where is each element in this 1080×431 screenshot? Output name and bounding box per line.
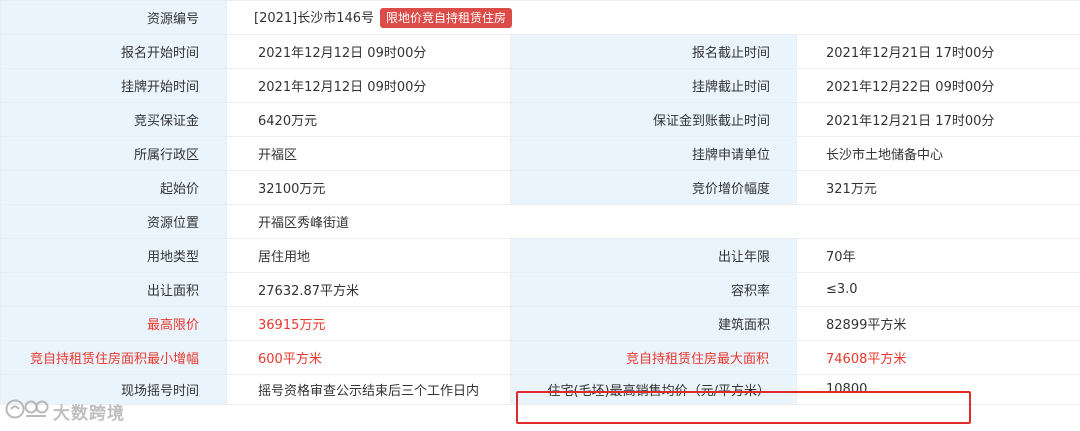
table-row: 竞自持租赁住房面积最小增幅 600平方米 竞自持租赁住房最大面积 74608平方… bbox=[0, 340, 1080, 375]
rental-max-area-value: 74608平方米 bbox=[795, 340, 1080, 375]
starting-price-label: 起始价 bbox=[0, 170, 227, 205]
resource-id-label: 资源编号 bbox=[0, 0, 227, 35]
table-row: 用地类型 居住用地 出让年限 70年 bbox=[0, 238, 1080, 273]
table-row: 竞买保证金 6420万元 保证金到账截止时间 2021年12月21日 17时00… bbox=[0, 102, 1080, 137]
lease-term-value: 70年 bbox=[795, 238, 1080, 273]
location-label: 资源位置 bbox=[0, 204, 227, 239]
max-price-label: 最高限价 bbox=[0, 306, 227, 341]
land-use-value: 居住用地 bbox=[226, 238, 511, 273]
table-row: 资源位置 开福区秀峰街道 bbox=[0, 204, 1080, 239]
resource-id-cell: [2021]长沙市146号 限地价竞自持租赁住房 bbox=[225, 0, 1080, 35]
plot-ratio-label: 容积率 bbox=[510, 272, 797, 307]
starting-price-value: 32100万元 bbox=[226, 170, 511, 205]
table-row: 出让面积 27632.87平方米 容积率 ≤3.0 bbox=[0, 272, 1080, 307]
bid-increment-value: 321万元 bbox=[795, 170, 1080, 205]
listing-end-label: 挂牌截止时间 bbox=[510, 68, 797, 103]
watermark: 大数跨境 bbox=[4, 396, 125, 426]
floor-area-value: 82899平方米 bbox=[795, 306, 1080, 341]
location-value: 开福区秀峰街道 bbox=[225, 204, 1080, 239]
highlight-box bbox=[516, 391, 971, 424]
listing-start-value: 2021年12月12日 09时00分 bbox=[226, 68, 511, 103]
registration-start-value: 2021年12月12日 09时00分 bbox=[226, 34, 511, 69]
deposit-deadline-value: 2021年12月21日 17时00分 bbox=[795, 102, 1080, 137]
land-use-label: 用地类型 bbox=[0, 238, 227, 273]
deposit-deadline-label: 保证金到账截止时间 bbox=[510, 102, 797, 137]
table-row: 所属行政区 开福区 挂牌申请单位 长沙市土地储备中心 bbox=[0, 136, 1080, 171]
lease-term-label: 出让年限 bbox=[510, 238, 797, 273]
rental-housing-tag[interactable]: 限地价竞自持租赁住房 bbox=[380, 8, 513, 29]
watermark-text: 大数跨境 bbox=[53, 403, 125, 424]
district-value: 开福区 bbox=[226, 136, 511, 171]
table-row: 最高限价 36915万元 建筑面积 82899平方米 bbox=[0, 306, 1080, 341]
deposit-label: 竞买保证金 bbox=[0, 102, 227, 137]
table-row-resource-id: 资源编号 [2021]长沙市146号 限地价竞自持租赁住房 bbox=[0, 0, 1080, 35]
applicant-unit-value: 长沙市土地储备中心 bbox=[795, 136, 1080, 171]
rental-min-increment-label: 竞自持租赁住房面积最小增幅 bbox=[0, 340, 227, 375]
rental-max-area-label: 竞自持租赁住房最大面积 bbox=[510, 340, 797, 375]
rental-min-increment-value: 600平方米 bbox=[226, 340, 511, 375]
table-row: 挂牌开始时间 2021年12月12日 09时00分 挂牌截止时间 2021年12… bbox=[0, 68, 1080, 103]
land-area-label: 出让面积 bbox=[0, 272, 227, 307]
district-label: 所属行政区 bbox=[0, 136, 227, 171]
max-price-value: 36915万元 bbox=[226, 306, 511, 341]
floor-area-label: 建筑面积 bbox=[510, 306, 797, 341]
lottery-time-value: 摇号资格审查公示结束后三个工作日内 bbox=[226, 374, 511, 405]
table-row: 起始价 32100万元 竞价增价幅度 321万元 bbox=[0, 170, 1080, 205]
listing-start-label: 挂牌开始时间 bbox=[0, 68, 227, 103]
registration-start-label: 报名开始时间 bbox=[0, 34, 227, 69]
registration-end-label: 报名截止时间 bbox=[510, 34, 797, 69]
land-info-table: 资源编号 [2021]长沙市146号 限地价竞自持租赁住房 报名开始时间 2021… bbox=[0, 0, 1080, 405]
resource-id-value: [2021]长沙市146号 bbox=[254, 10, 375, 26]
table-row: 报名开始时间 2021年12月12日 09时00分 报名截止时间 2021年12… bbox=[0, 34, 1080, 69]
plot-ratio-value: ≤3.0 bbox=[795, 272, 1080, 307]
applicant-unit-label: 挂牌申请单位 bbox=[510, 136, 797, 171]
watermark-logo-icon bbox=[4, 396, 50, 426]
bid-increment-label: 竞价增价幅度 bbox=[510, 170, 797, 205]
deposit-value: 6420万元 bbox=[226, 102, 511, 137]
registration-end-value: 2021年12月21日 17时00分 bbox=[795, 34, 1080, 69]
land-area-value: 27632.87平方米 bbox=[226, 272, 511, 307]
listing-end-value: 2021年12月22日 09时00分 bbox=[795, 68, 1080, 103]
